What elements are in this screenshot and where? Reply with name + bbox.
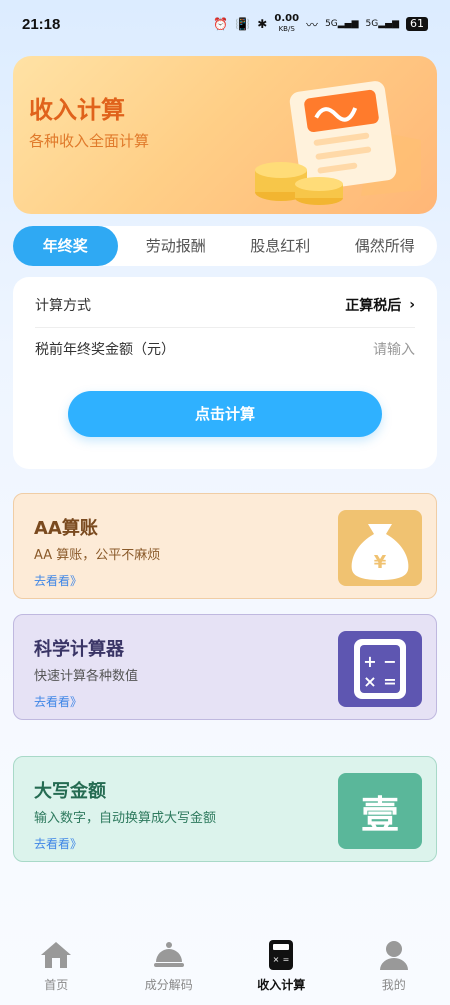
feature-title: 大写金额 <box>34 781 106 802</box>
money-bag-yuan-icon: ¥ <box>338 510 422 586</box>
hero-banner: 收入计算 各种收入全面计算 <box>13 56 437 214</box>
vibrate-icon: 📳 <box>235 17 251 31</box>
status-bar: 21:18 ⏰ 📳 ✱ 0.00 KB/S 〰 5G▂▄▆ 5G▂▄▆ 61 <box>0 0 450 48</box>
feature-desc: AA 算账，公平不麻烦 <box>34 548 161 563</box>
feature-card-calculator[interactable]: 科学计算器 快速计算各种数值 去看看》 + − × = <box>13 614 437 720</box>
bottom-navigation: 首页 成分解码 × = 收入计算 我的 <box>0 930 450 1005</box>
status-time: 21:18 <box>22 15 61 33</box>
user-icon <box>379 941 408 970</box>
feature-desc: 输入数字，自动换算成大写金额 <box>34 811 217 826</box>
feature-link[interactable]: 去看看》 <box>34 835 82 852</box>
amount-row: 税前年终奖金额（元） 请输入 <box>35 327 415 371</box>
signal-icon-2: 5G▂▄▆ <box>365 19 399 29</box>
svg-text:−: − <box>383 652 396 671</box>
bluetooth-icon: ✱ <box>257 17 268 31</box>
feature-title: 科学计算器 <box>34 639 124 660</box>
calc-method-row[interactable]: 计算方式 正算税后 › <box>35 283 415 328</box>
feature-link[interactable]: 去看看》 <box>34 572 82 589</box>
calc-method-value[interactable]: 正算税后 › <box>345 295 415 315</box>
svg-text:=: = <box>383 672 396 691</box>
svg-text:¥: ¥ <box>374 552 387 573</box>
chinese-numeral-icon: 壹 <box>338 773 422 849</box>
chevron-right-icon: › <box>409 297 415 313</box>
tab-dividend[interactable]: 股息红利 <box>228 226 333 266</box>
svg-text:+: + <box>363 652 376 671</box>
calc-method-label: 计算方式 <box>35 298 91 314</box>
nav-profile-label: 我的 <box>381 978 406 992</box>
feature-desc: 快速计算各种数值 <box>34 669 139 684</box>
calculator-icon: + − × = <box>338 631 422 707</box>
network-speed: 0.00 KB/S <box>274 13 300 34</box>
nav-home-label: 首页 <box>44 978 69 992</box>
tab-year-end-bonus[interactable]: 年终奖 <box>13 226 118 266</box>
signal-icon-1: 5G▂▄▆ <box>325 19 359 29</box>
alarm-icon: ⏰ <box>213 17 229 31</box>
nav-ingredient-decoder-label: 成分解码 <box>144 978 193 992</box>
feature-link[interactable]: 去看看》 <box>34 693 82 710</box>
hero-title: 收入计算 <box>29 97 125 124</box>
nav-income-calc[interactable]: × = 收入计算 <box>236 930 326 993</box>
feature-card-aa[interactable]: AA算账 AA 算账，公平不麻烦 去看看》 ¥ <box>13 493 437 599</box>
svg-text:=: = <box>283 955 290 964</box>
tab-labor-remuneration[interactable]: 劳动报酬 <box>124 226 229 266</box>
status-icons: ⏰ 📳 ✱ 0.00 KB/S 〰 5G▂▄▆ 5G▂▄▆ 61 <box>213 14 428 34</box>
nav-income-calc-label: 收入计算 <box>257 978 306 992</box>
amount-label: 税前年终奖金额（元） <box>35 342 175 358</box>
income-type-tabs: 年终奖 劳动报酬 股息红利 偶然所得 <box>13 226 437 266</box>
calculation-form: 计算方式 正算税后 › 税前年终奖金额（元） 请输入 点击计算 <box>13 277 437 469</box>
nav-home[interactable]: 首页 <box>11 930 101 993</box>
nav-profile[interactable]: 我的 <box>349 930 439 993</box>
hero-illustration <box>255 81 421 205</box>
battery-indicator: 61 <box>406 17 428 31</box>
hero-subtitle: 各种收入全面计算 <box>29 132 150 150</box>
coin-stack-2 <box>295 177 343 205</box>
cloche-icon <box>153 942 184 967</box>
feature-card-capital-amount[interactable]: 大写金额 输入数字，自动换算成大写金额 去看看》 壹 <box>13 756 437 862</box>
svg-text:×: × <box>273 955 280 964</box>
feature-title: AA算账 <box>34 518 98 539</box>
wifi-icon: 〰 <box>306 17 319 32</box>
svg-text:×: × <box>363 672 376 691</box>
home-icon <box>41 942 72 968</box>
amount-input[interactable]: 请输入 <box>373 339 415 359</box>
calculator-icon: × = <box>269 940 294 970</box>
nav-ingredient-decoder[interactable]: 成分解码 <box>124 930 214 993</box>
tab-incidental-income[interactable]: 偶然所得 <box>333 226 438 266</box>
calculate-button[interactable]: 点击计算 <box>68 391 382 437</box>
